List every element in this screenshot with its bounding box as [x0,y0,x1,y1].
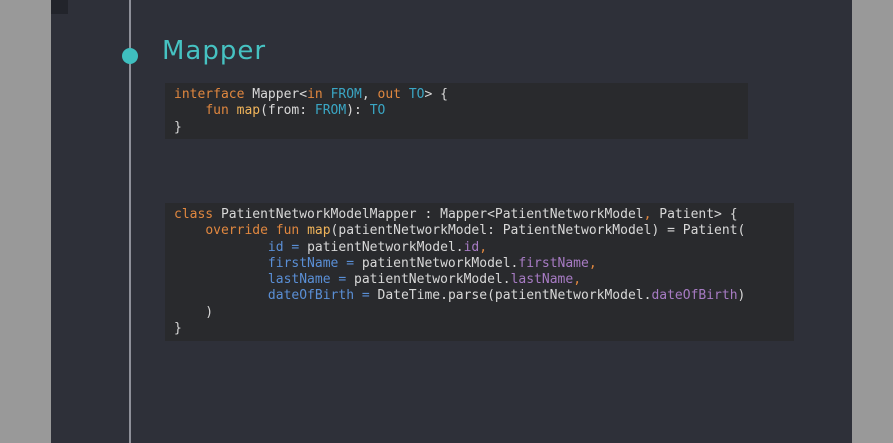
presentation-slide: Mapper interface Mapper<in FROM, out TO>… [51,0,852,443]
code-token: interface [174,87,253,102]
code-token: (from: [260,103,315,119]
code-token: FROM [330,87,362,102]
code-line: dateOfBirth = DateTime.parse(patientNetw… [174,288,785,304]
code-line: class PatientNetworkModelMapper : Mapper… [174,207,785,223]
code-line: } [174,321,785,337]
code-line: override fun map(patientNetworkModel: Pa… [174,223,785,239]
code-token: TO [369,103,386,119]
code-token: , [479,239,488,255]
timeline-line [129,0,131,443]
code-token: override fun [205,223,308,239]
code-token: ) [174,304,214,320]
code-block-mapper-interface: interface Mapper<in FROM, out TO> { fun … [165,83,748,139]
code-line: fun map(from: FROM): TO [174,103,739,119]
code-token: dateOfBirth = [267,288,378,304]
code-token: DateTime.parse(patientNetworkModel. [377,288,652,304]
code-line: } [174,120,739,136]
code-token: id [463,239,480,255]
code-token: patientNetworkModel. [307,239,464,255]
code-block-mapper-class: class PatientNetworkModelMapper : Mapper… [165,203,794,341]
code-token: map [307,223,331,239]
code-token: > { [424,87,448,102]
code-token: in [307,87,331,102]
code-token: } [174,119,182,135]
code-token: out [377,87,409,102]
code-line: interface Mapper<in FROM, out TO> { [174,87,739,103]
code-line: lastName = patientNetworkModel.lastName, [174,272,785,288]
code-token: , [361,87,378,102]
code-token: Mapper< [252,87,308,102]
code-line: id = patientNetworkModel.id, [174,240,785,256]
code-token: id = [267,239,308,255]
code-token: FROM [314,103,347,119]
code-token: (patientNetworkModel: PatientNetworkMode… [330,223,746,239]
corner-marker [51,0,68,14]
code-token: fun [205,103,237,119]
code-token: ): [346,103,370,119]
timeline-dot [122,48,138,64]
code-token: map [236,103,261,119]
code-token: patientNetworkModel. [354,272,511,288]
code-token: class [174,207,221,222]
code-token: lastName [510,272,574,288]
slide-heading: Mapper [162,36,267,66]
code-token: , [588,255,597,271]
code-token: } [174,321,182,337]
code-token: , [573,272,582,288]
code-line: ) [174,305,785,321]
code-token: Patient> { [659,207,738,222]
code-token: ) [737,288,746,304]
code-token: patientNetworkModel. [361,255,519,271]
code-token: firstName [518,255,589,271]
code-token: , [643,207,660,222]
code-token: TO [408,87,425,102]
code-line: firstName = patientNetworkModel.firstNam… [174,256,785,272]
code-token: dateOfBirth [651,288,738,304]
code-token: lastName = [267,272,355,288]
code-token: PatientNetworkModelMapper : Mapper<Patie… [220,207,644,222]
code-token: firstName = [267,255,362,271]
